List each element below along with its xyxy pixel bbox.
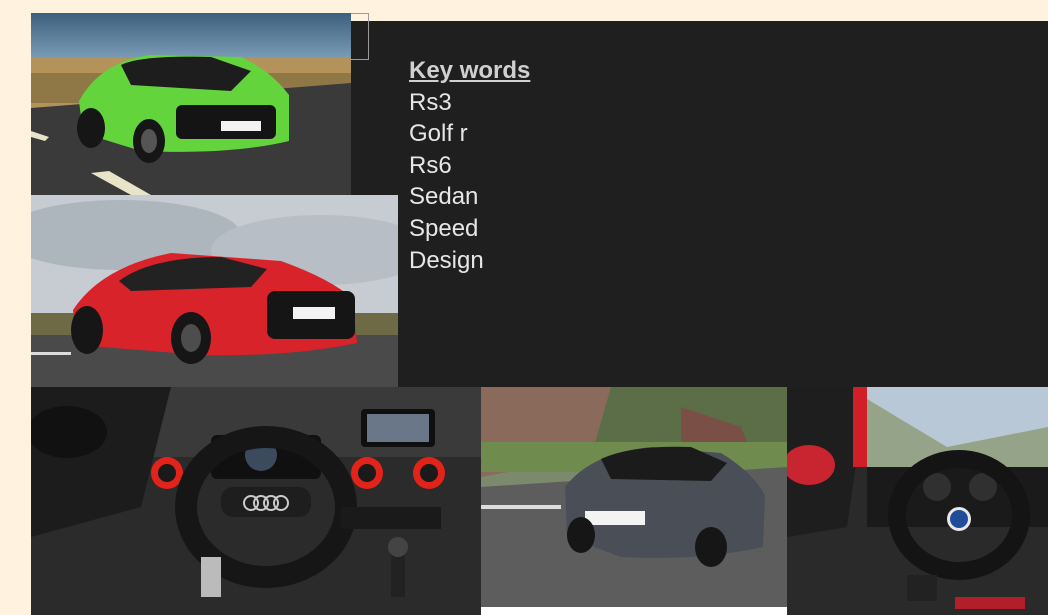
photo-grey-golf[interactable] (481, 387, 787, 607)
keywords-block[interactable]: Key words Rs3 Golf r Rs6 Sedan Speed Des… (409, 55, 530, 276)
photo-green-rs3[interactable] (31, 13, 351, 195)
photo-audi-interior[interactable] (31, 387, 481, 615)
keywords-heading: Key words (409, 57, 531, 84)
keyword-item: Design (409, 246, 484, 274)
keyword-item: Golf r (409, 120, 468, 148)
image-bottom-strip (481, 607, 787, 615)
keyword-item: Sedan (409, 183, 479, 211)
photo-vw-interior[interactable] (787, 387, 1048, 615)
photo-red-rs6[interactable] (31, 195, 398, 387)
keyword-item: Rs6 (409, 151, 452, 179)
keyword-item: Speed (409, 214, 479, 242)
keyword-item: Rs3 (409, 88, 452, 116)
